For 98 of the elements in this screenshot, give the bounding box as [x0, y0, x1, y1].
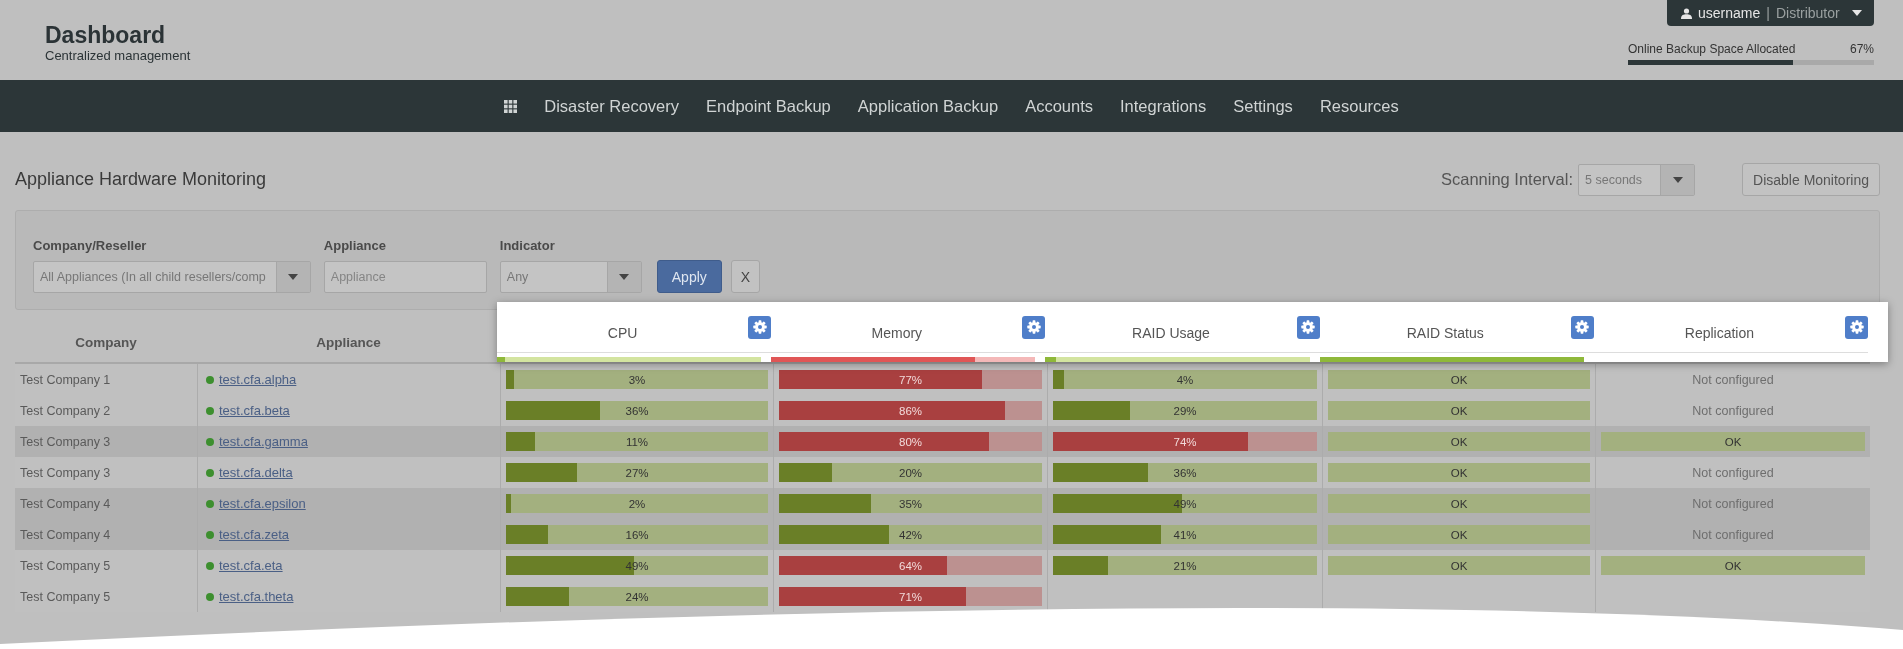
usage-reading: 80%: [898, 434, 923, 450]
settings-icon: [1301, 320, 1316, 334]
scanning-label: Scanning Interval:: [1440, 170, 1574, 189]
company-name: Test Company 1: [20, 372, 111, 387]
usage-reading: 86%: [898, 403, 923, 419]
interval-dropdown[interactable]: 5 seconds: [1578, 163, 1696, 196]
caret-icon: [1672, 176, 1683, 183]
company-name: Test Company 3: [20, 465, 111, 480]
clear-button[interactable]: X: [730, 260, 760, 293]
usage-reading: 29%: [1172, 403, 1198, 419]
nav-item[interactable]: Endpoint Backup: [706, 96, 831, 116]
status-bar: OK: [1328, 494, 1590, 513]
usage-reading: 21%: [1172, 558, 1198, 574]
usage-reading: 11%: [624, 434, 650, 450]
caret-icon: [619, 274, 630, 280]
usage-reading: 27%: [624, 465, 650, 481]
apply-button[interactable]: Apply: [656, 260, 722, 293]
column-header: CPU: [606, 324, 639, 341]
status-bar: OK: [1328, 432, 1590, 451]
column-header: Replication: [1683, 324, 1756, 341]
status-bar: OK: [1601, 432, 1865, 451]
status-bar: OK: [1601, 556, 1865, 575]
appliance-link[interactable]: test.cfa.zeta: [219, 527, 290, 542]
company-name: Test Company 4: [20, 496, 111, 511]
field-label: Indicator: [499, 238, 556, 253]
usage-reading: 2%: [627, 496, 647, 512]
backup-label: Online Backup Space Allocated: [1628, 42, 1796, 56]
column-header: Memory: [870, 324, 924, 341]
company-name: Test Company 4: [20, 527, 111, 542]
appliance-link[interactable]: test.cfa.gamma: [219, 434, 308, 449]
usage-reading: 20%: [898, 465, 923, 481]
app-subtitle: Centralized management: [45, 48, 191, 63]
nav-item[interactable]: Accounts: [1025, 96, 1093, 116]
appliance-link[interactable]: test.cfa.eta: [219, 558, 283, 573]
appliance-link[interactable]: test.cfa.epsilon: [219, 496, 306, 511]
status-bar: OK: [1328, 401, 1590, 420]
status-text: Not configured: [1691, 403, 1775, 418]
page-title: Appliance Hardware Monitoring: [15, 169, 267, 190]
usage-reading: 35%: [898, 496, 923, 512]
column-header: Appliance: [315, 334, 382, 350]
appliance-link[interactable]: test.cfa.alpha: [219, 372, 297, 387]
grid-icon[interactable]: [504, 99, 518, 113]
nav-item[interactable]: Integrations: [1120, 96, 1207, 116]
status-bar: OK: [1328, 556, 1590, 575]
settings-button[interactable]: [1570, 315, 1594, 339]
settings-button[interactable]: [1296, 315, 1320, 339]
nav-item[interactable]: Settings: [1233, 96, 1293, 116]
usage-reading: 4%: [1175, 372, 1195, 388]
nav-item[interactable]: Disaster Recovery: [544, 96, 680, 116]
nav-item[interactable]: Resources: [1319, 96, 1399, 116]
settings-icon: [1575, 320, 1590, 334]
company-name: Test Company 3: [20, 434, 111, 449]
usage-reading: 77%: [898, 372, 923, 388]
field-label: Appliance: [323, 238, 387, 253]
nav-item[interactable]: Application Backup: [857, 96, 999, 116]
usage-reading: 71%: [898, 589, 923, 605]
dropdown-field[interactable]: All Appliances (In all child resellers/comp: [33, 261, 311, 293]
status-bar: OK: [1328, 525, 1590, 544]
settings-button[interactable]: [748, 315, 772, 339]
company-name: Test Company 5: [20, 558, 111, 573]
usage-reading: 74%: [1172, 434, 1198, 450]
disable-button[interactable]: Disable Monitoring: [1742, 163, 1880, 196]
usage-reading: 16%: [624, 527, 650, 543]
status-bar: OK: [1328, 463, 1590, 482]
status-text: Not configured: [1691, 496, 1775, 511]
usage-reading: 24%: [624, 589, 650, 605]
appliance-link[interactable]: test.cfa.delta: [219, 465, 293, 480]
status-text: Not configured: [1691, 527, 1775, 542]
status-text: Not configured: [1691, 465, 1775, 480]
settings-button[interactable]: [1845, 315, 1868, 339]
app-title: Dashboard: [45, 22, 167, 48]
usage-reading: 3%: [627, 372, 647, 388]
appliance-link[interactable]: test.cfa.theta: [219, 589, 294, 604]
status-text: Not configured: [1691, 372, 1775, 387]
dropdown-field[interactable]: Any: [499, 261, 642, 293]
appliance-link[interactable]: test.cfa.beta: [219, 403, 290, 418]
usage-reading: 36%: [1172, 465, 1198, 481]
settings-icon: [752, 320, 767, 334]
usage-reading: 41%: [1172, 527, 1198, 543]
user-icon: [1681, 7, 1692, 19]
caret-icon: [288, 274, 299, 280]
column-header: Company: [74, 334, 138, 350]
column-header: RAID Usage: [1131, 324, 1211, 341]
company-name: Test Company 2: [20, 403, 111, 418]
caret-icon: [1852, 10, 1862, 16]
usage-reading: 42%: [898, 527, 923, 543]
usage-reading: 36%: [624, 403, 650, 419]
company-name: Test Company 5: [20, 589, 111, 604]
field-label: Company/Reseller: [33, 238, 148, 253]
status-bar: OK: [1328, 370, 1590, 389]
input-field[interactable]: Appliance: [323, 261, 487, 293]
column-header: RAID Status: [1405, 324, 1485, 341]
usage-reading: 64%: [898, 558, 923, 574]
settings-icon: [1849, 320, 1864, 334]
settings-button[interactable]: [1022, 315, 1046, 339]
backup-reading: 67%: [1849, 42, 1874, 56]
user-menu[interactable]: username | Distributor: [1667, 0, 1874, 26]
settings-icon: [1026, 320, 1041, 334]
